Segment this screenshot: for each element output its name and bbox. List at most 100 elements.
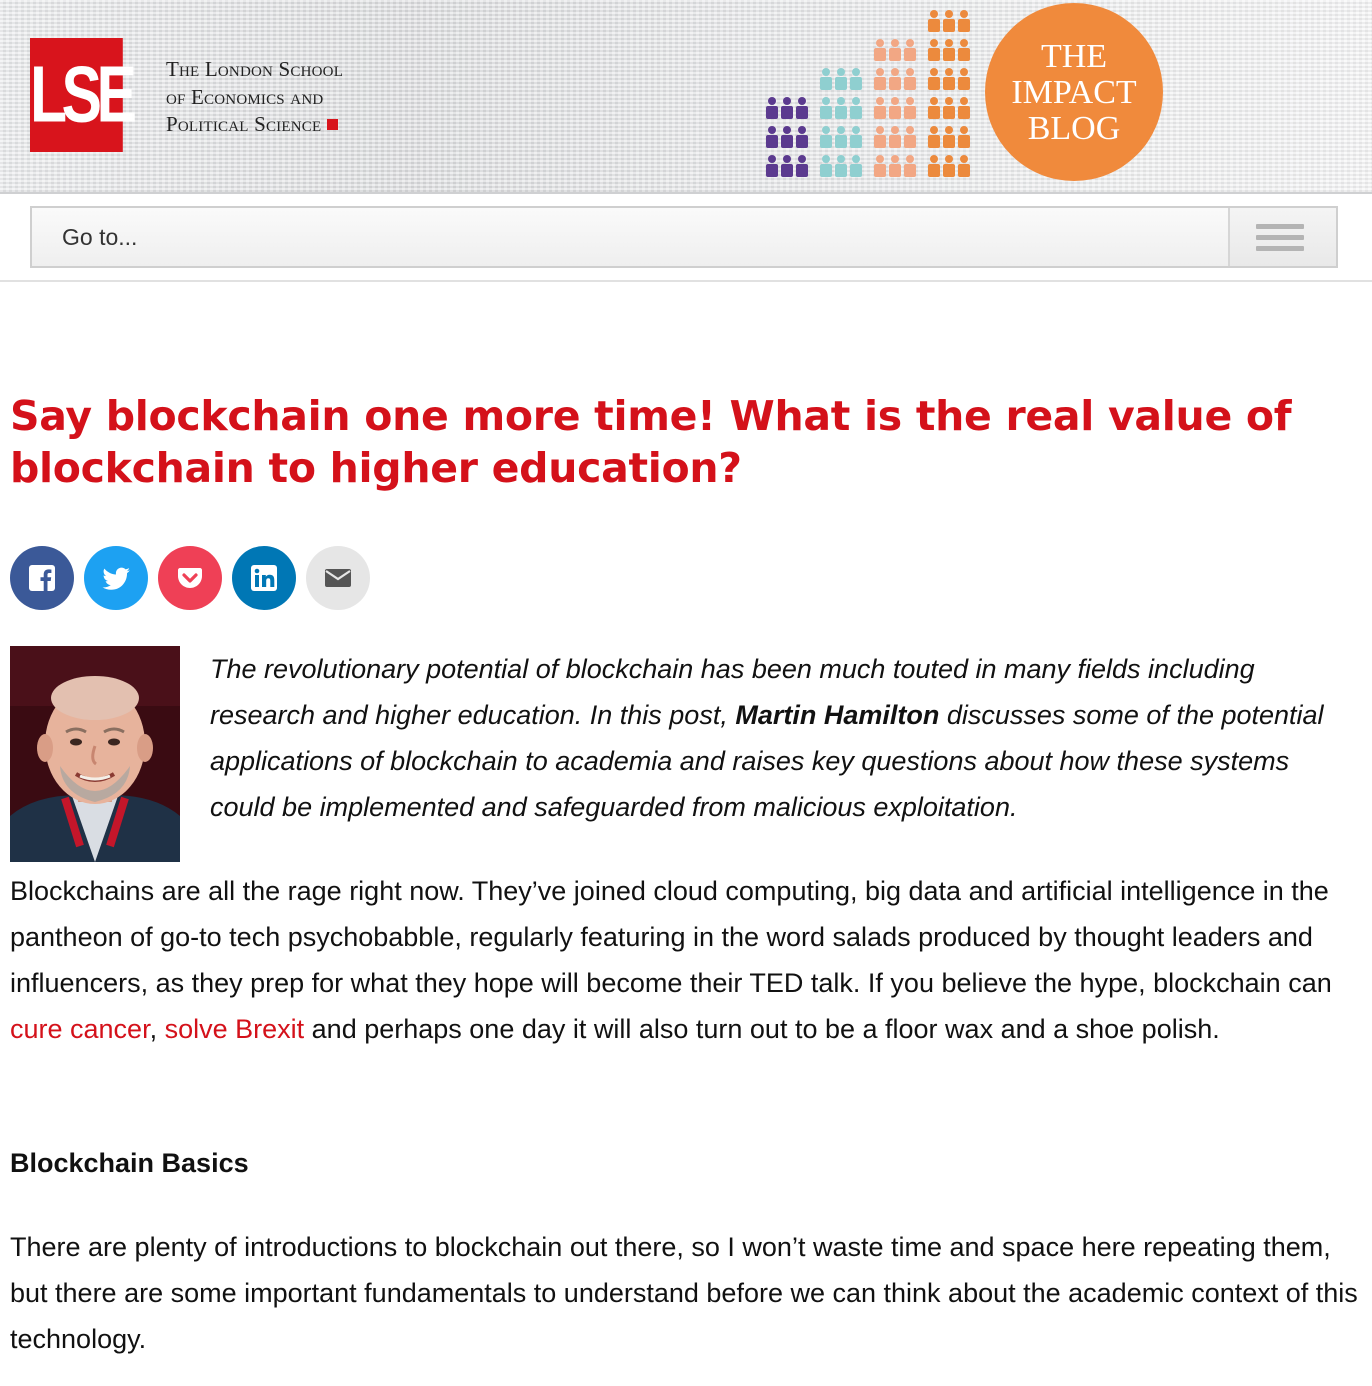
person-body	[820, 77, 832, 90]
person-head	[852, 68, 860, 76]
person-body	[781, 164, 793, 177]
person-head	[960, 97, 968, 105]
person-body	[943, 77, 955, 90]
goto-label: Go to...	[62, 224, 138, 250]
article-standfirst: The revolutionary potential of blockchai…	[210, 646, 1360, 830]
person-head	[837, 68, 845, 76]
person-head	[930, 10, 938, 18]
person-body	[820, 135, 832, 148]
goto-select[interactable]: Go to...	[30, 206, 1338, 268]
person-body	[820, 106, 832, 119]
person-head	[891, 68, 899, 76]
person-head	[822, 97, 830, 105]
person-head	[783, 155, 791, 163]
person-head	[876, 39, 884, 47]
author-photo	[10, 646, 180, 862]
person-head	[822, 126, 830, 134]
person-body	[889, 164, 901, 177]
person-body	[928, 77, 940, 90]
person-head	[960, 39, 968, 47]
person-head	[891, 39, 899, 47]
badge-line-2: IMPACT	[1011, 74, 1137, 111]
person-head	[783, 126, 791, 134]
paragraph-1-text-end: and perhaps one day it will also turn ou…	[304, 1014, 1220, 1044]
article-paragraph-2: There are plenty of introductions to blo…	[10, 1232, 1358, 1354]
person-body	[904, 106, 916, 119]
person-head	[891, 126, 899, 134]
author-portrait-image	[10, 646, 180, 862]
person-head	[906, 39, 914, 47]
solve-brexit-link[interactable]: solve Brexit	[165, 1014, 305, 1044]
pocket-share-button[interactable]	[158, 546, 222, 610]
paragraph-1-separator: ,	[149, 1014, 165, 1044]
person-body	[889, 106, 901, 119]
person-head	[906, 97, 914, 105]
person-head	[945, 10, 953, 18]
person-head	[945, 39, 953, 47]
cure-cancer-link[interactable]: cure cancer	[10, 1014, 150, 1044]
person-body	[874, 106, 886, 119]
email-icon	[325, 569, 351, 587]
person-body	[766, 135, 778, 148]
twitter-share-button[interactable]	[84, 546, 148, 610]
person-head	[768, 126, 776, 134]
person-head	[930, 39, 938, 47]
person-body	[928, 164, 940, 177]
person-body	[943, 48, 955, 61]
person-body	[835, 77, 847, 90]
person-head	[837, 155, 845, 163]
person-head	[768, 97, 776, 105]
facebook-share-button[interactable]	[10, 546, 74, 610]
article-title: Say blockchain one more time! What is th…	[10, 392, 1292, 492]
person-head	[930, 155, 938, 163]
person-head	[837, 97, 845, 105]
person-head	[906, 68, 914, 76]
twitter-icon	[102, 567, 130, 590]
person-body	[928, 48, 940, 61]
person-body	[928, 106, 940, 119]
person-head	[891, 97, 899, 105]
person-body	[835, 135, 847, 148]
navigation-bar: Go to...	[0, 194, 1372, 282]
person-head	[945, 126, 953, 134]
person-body	[766, 164, 778, 177]
person-body	[796, 106, 808, 119]
person-body	[928, 19, 940, 32]
linkedin-share-button[interactable]	[232, 546, 296, 610]
badge-line-1: THE	[1040, 38, 1108, 75]
person-body	[958, 135, 970, 148]
person-head	[852, 97, 860, 105]
person-head	[783, 97, 791, 105]
badge-line-3: BLOG	[1027, 110, 1121, 147]
person-body	[943, 135, 955, 148]
person-body	[766, 106, 778, 119]
lse-logo[interactable]: LSE	[30, 38, 137, 152]
person-head	[837, 126, 845, 134]
author-name: Martin Hamilton	[735, 700, 940, 730]
person-head	[945, 68, 953, 76]
person-head	[930, 68, 938, 76]
person-head	[798, 126, 806, 134]
impact-blog-badge[interactable]: THE IMPACT BLOG	[985, 3, 1163, 181]
person-body	[958, 77, 970, 90]
email-share-button[interactable]	[306, 546, 370, 610]
person-body	[781, 135, 793, 148]
person-body	[958, 48, 970, 61]
school-name-line-2: of Economics and	[166, 84, 324, 109]
person-head	[822, 155, 830, 163]
person-body	[889, 77, 901, 90]
person-head	[960, 126, 968, 134]
person-body	[796, 135, 808, 148]
person-head	[852, 126, 860, 134]
hamburger-menu-icon[interactable]	[1228, 208, 1336, 266]
person-head	[798, 97, 806, 105]
person-body	[874, 135, 886, 148]
person-head	[822, 68, 830, 76]
person-body	[928, 135, 940, 148]
person-body	[904, 77, 916, 90]
person-head	[945, 155, 953, 163]
person-body	[958, 19, 970, 32]
pocket-icon	[178, 568, 202, 588]
person-body	[781, 106, 793, 119]
school-name[interactable]: The London School of Economics and Polit…	[166, 56, 343, 139]
